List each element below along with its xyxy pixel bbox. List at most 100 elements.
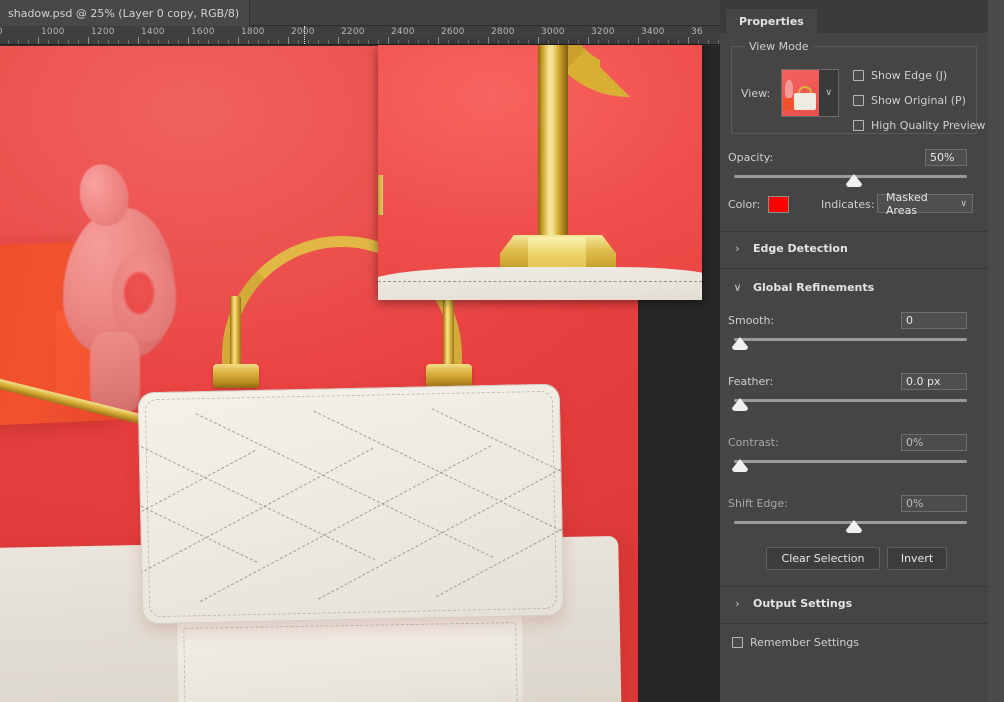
zoom-preview-window[interactable]: [378, 45, 702, 300]
ruler-tick-major: [188, 37, 189, 44]
section-title-output-settings: Output Settings: [753, 597, 853, 610]
shift-edge-slider-thumb[interactable]: [846, 520, 862, 533]
feather-value-field[interactable]: 0.0 px: [901, 373, 967, 390]
feather-slider-thumb[interactable]: [732, 398, 748, 411]
ruler-tick-minor: [308, 40, 309, 44]
ruler-tick-minor: [578, 40, 579, 44]
gold-handle-rod: [538, 45, 568, 245]
ruler-tick-major: [88, 37, 89, 44]
contrast-value-field[interactable]: 0%: [901, 434, 967, 451]
view-mode-thumbnail: [782, 70, 820, 116]
feather-slider-track[interactable]: [734, 399, 967, 402]
opacity-slider-thumb[interactable]: [846, 174, 862, 187]
chevron-right-icon: ›: [735, 597, 740, 610]
chevron-right-icon: ›: [735, 242, 740, 255]
gold-nut-left: [213, 364, 259, 388]
divider-above-output-settings: [720, 586, 988, 587]
ruler-tick-minor: [358, 40, 359, 44]
ruler-tick-minor: [378, 40, 379, 44]
section-header-global-refinements[interactable]: ∨ Global Refinements: [733, 281, 874, 294]
ruler-tick-minor: [598, 40, 599, 44]
ruler-tick-minor: [328, 40, 329, 44]
ruler-label: 1400: [141, 27, 165, 37]
ruler-tick-minor: [498, 40, 499, 44]
ruler-tick-minor: [18, 40, 19, 44]
opacity-value: 50%: [930, 151, 955, 164]
checkbox-box-high-quality-preview: [853, 120, 864, 131]
ruler-tick-minor: [128, 40, 129, 44]
document-tab-bar: shadow.psd @ 25% (Layer 0 copy, RGB/8): [0, 0, 720, 26]
smooth-value-field[interactable]: 0: [901, 312, 967, 329]
indicates-label: Indicates:: [821, 198, 875, 211]
ruler-label: 2200: [341, 27, 365, 37]
section-header-output-settings[interactable]: › Output Settings: [733, 597, 852, 610]
ruler-tick-minor: [298, 40, 299, 44]
opacity-label: Opacity:: [728, 151, 774, 164]
shift-edge-value-field[interactable]: 0%: [901, 495, 967, 512]
ruler-tick-minor: [118, 40, 119, 44]
panel-tab-strip: Properties: [720, 9, 1004, 33]
ruler-tick-minor: [418, 40, 419, 44]
checkbox-high-quality-preview[interactable]: High Quality Preview: [853, 119, 985, 132]
ruler-tick-minor: [448, 40, 449, 44]
contrast-slider-track[interactable]: [734, 460, 967, 463]
ruler-tick-minor: [168, 40, 169, 44]
ruler-tick-major: [588, 37, 589, 44]
pink-figure-sculpture: [58, 159, 194, 412]
checkbox-label-show-edge: Show Edge (J): [871, 69, 948, 82]
ruler-tick-major: [688, 37, 689, 44]
ruler-tick-minor: [648, 40, 649, 44]
section-header-edge-detection[interactable]: › Edge Detection: [733, 242, 848, 255]
contrast-value: 0%: [906, 436, 924, 449]
mask-color-swatch[interactable]: [768, 196, 789, 213]
chevron-down-glyph: ∨: [825, 88, 832, 98]
invert-button[interactable]: Invert: [887, 547, 947, 570]
section-title-edge-detection: Edge Detection: [753, 242, 848, 255]
ruler-label: 1600: [191, 27, 215, 37]
horizontal-ruler[interactable]: 00 1000 1200 1400 1600 1800 2000 2200 2400 2600 28…: [0, 26, 720, 45]
ruler-tick-major: [538, 37, 539, 44]
tab-properties-label: Properties: [739, 14, 804, 28]
properties-panel-body: View Mode View: ∨ Show Edge (J) Show Ori…: [720, 33, 988, 702]
ruler-tick-minor: [658, 40, 659, 44]
ruler-tick-minor: [68, 40, 69, 44]
photoshop-window: shadow.psd @ 25% (Layer 0 copy, RGB/8) 0…: [0, 0, 1004, 702]
indicates-dropdown[interactable]: Masked Areas ∨: [877, 191, 973, 217]
ruler-label: 2600: [441, 27, 465, 37]
ruler-tick-minor: [278, 40, 279, 44]
divider-below-edge-detection: [720, 268, 988, 269]
chevron-down-icon[interactable]: ∨: [819, 70, 838, 116]
chevron-down-icon: ∨: [733, 281, 742, 294]
ruler-tick-minor: [718, 40, 719, 44]
ruler-label: 3200: [591, 27, 615, 37]
ruler-tick-minor: [618, 40, 619, 44]
ruler-label: 2000: [291, 27, 315, 37]
ruler-tick-minor: [518, 40, 519, 44]
ruler-tick-minor: [468, 40, 469, 44]
document-tab[interactable]: shadow.psd @ 25% (Layer 0 copy, RGB/8): [0, 0, 251, 26]
view-label: View:: [741, 87, 771, 100]
contrast-slider-thumb[interactable]: [732, 459, 748, 472]
ruler-tick-minor: [508, 40, 509, 44]
smooth-slider-thumb[interactable]: [732, 337, 748, 350]
ruler-tick-minor: [398, 40, 399, 44]
ruler-label: 3000: [541, 27, 565, 37]
shift-edge-value: 0%: [906, 497, 924, 510]
ruler-tick-minor: [108, 40, 109, 44]
ruler-tick-minor: [368, 40, 369, 44]
checkbox-show-edge[interactable]: Show Edge (J): [853, 69, 947, 82]
ruler-tick-minor: [78, 40, 79, 44]
checkbox-show-original[interactable]: Show Original (P): [853, 94, 966, 107]
ruler-tick-minor: [698, 40, 699, 44]
tab-properties[interactable]: Properties: [726, 9, 817, 33]
smooth-slider-track[interactable]: [734, 338, 967, 341]
view-mode-thumbnail-picker[interactable]: ∨: [781, 69, 839, 117]
ruler-tick-major: [338, 37, 339, 44]
clear-selection-button[interactable]: Clear Selection: [766, 547, 880, 570]
checkbox-remember-settings[interactable]: Remember Settings: [732, 636, 859, 649]
opacity-value-field[interactable]: 50%: [925, 149, 967, 166]
checkbox-label-show-original: Show Original (P): [871, 94, 966, 107]
invert-label: Invert: [900, 552, 934, 565]
view-mode-group-title: View Mode: [745, 40, 813, 53]
smooth-value: 0: [906, 314, 913, 327]
